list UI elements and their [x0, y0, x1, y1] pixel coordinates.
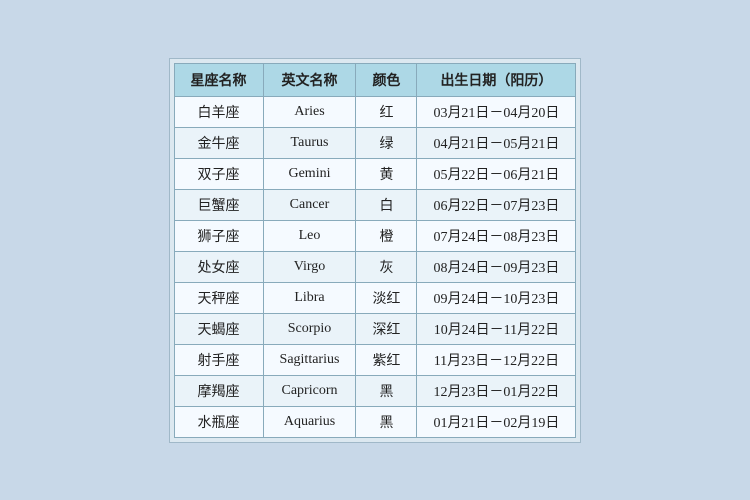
table-cell: 红	[356, 96, 417, 127]
table-cell: 白	[356, 189, 417, 220]
table-cell: 天蝎座	[174, 313, 263, 344]
table-cell: 11月23日－12月22日	[417, 344, 576, 375]
table-row: 金牛座Taurus绿04月21日－05月21日	[174, 127, 576, 158]
table-row: 双子座Gemini黄05月22日－06月21日	[174, 158, 576, 189]
table-cell: 灰	[356, 251, 417, 282]
table-cell: 07月24日－08月23日	[417, 220, 576, 251]
table-cell: 处女座	[174, 251, 263, 282]
table-row: 天蝎座Scorpio深红10月24日－11月22日	[174, 313, 576, 344]
table-cell: 金牛座	[174, 127, 263, 158]
column-header: 颜色	[356, 63, 417, 96]
table-cell: 白羊座	[174, 96, 263, 127]
column-header: 英文名称	[263, 63, 356, 96]
zodiac-table: 星座名称英文名称颜色出生日期（阳历） 白羊座Aries红03月21日－04月20…	[174, 63, 577, 438]
table-row: 狮子座Leo橙07月24日－08月23日	[174, 220, 576, 251]
column-header: 星座名称	[174, 63, 263, 96]
table-header-row: 星座名称英文名称颜色出生日期（阳历）	[174, 63, 576, 96]
table-row: 摩羯座Capricorn黑12月23日－01月22日	[174, 375, 576, 406]
table-cell: Aquarius	[263, 406, 356, 437]
table-cell: Cancer	[263, 189, 356, 220]
table-row: 处女座Virgo灰08月24日－09月23日	[174, 251, 576, 282]
table-cell: Leo	[263, 220, 356, 251]
table-cell: 巨蟹座	[174, 189, 263, 220]
zodiac-table-container: 星座名称英文名称颜色出生日期（阳历） 白羊座Aries红03月21日－04月20…	[169, 58, 582, 443]
table-cell: 橙	[356, 220, 417, 251]
table-cell: 01月21日－02月19日	[417, 406, 576, 437]
table-cell: 黑	[356, 375, 417, 406]
table-cell: 05月22日－06月21日	[417, 158, 576, 189]
table-cell: Aries	[263, 96, 356, 127]
table-cell: Sagittarius	[263, 344, 356, 375]
table-row: 射手座Sagittarius紫红11月23日－12月22日	[174, 344, 576, 375]
table-cell: 狮子座	[174, 220, 263, 251]
table-cell: 06月22日－07月23日	[417, 189, 576, 220]
table-row: 白羊座Aries红03月21日－04月20日	[174, 96, 576, 127]
table-cell: 天秤座	[174, 282, 263, 313]
table-cell: 08月24日－09月23日	[417, 251, 576, 282]
table-cell: 黄	[356, 158, 417, 189]
table-cell: 水瓶座	[174, 406, 263, 437]
table-cell: Capricorn	[263, 375, 356, 406]
table-cell: 射手座	[174, 344, 263, 375]
table-cell: Virgo	[263, 251, 356, 282]
table-cell: 10月24日－11月22日	[417, 313, 576, 344]
table-row: 天秤座Libra淡红09月24日－10月23日	[174, 282, 576, 313]
table-cell: 09月24日－10月23日	[417, 282, 576, 313]
table-cell: 12月23日－01月22日	[417, 375, 576, 406]
table-cell: 03月21日－04月20日	[417, 96, 576, 127]
column-header: 出生日期（阳历）	[417, 63, 576, 96]
table-cell: Gemini	[263, 158, 356, 189]
table-cell: 黑	[356, 406, 417, 437]
table-cell: 绿	[356, 127, 417, 158]
table-cell: Scorpio	[263, 313, 356, 344]
table-cell: Libra	[263, 282, 356, 313]
table-cell: 淡红	[356, 282, 417, 313]
table-row: 巨蟹座Cancer白06月22日－07月23日	[174, 189, 576, 220]
table-cell: 紫红	[356, 344, 417, 375]
table-cell: 深红	[356, 313, 417, 344]
table-cell: 双子座	[174, 158, 263, 189]
table-cell: 摩羯座	[174, 375, 263, 406]
table-row: 水瓶座Aquarius黑01月21日－02月19日	[174, 406, 576, 437]
table-cell: Taurus	[263, 127, 356, 158]
table-cell: 04月21日－05月21日	[417, 127, 576, 158]
